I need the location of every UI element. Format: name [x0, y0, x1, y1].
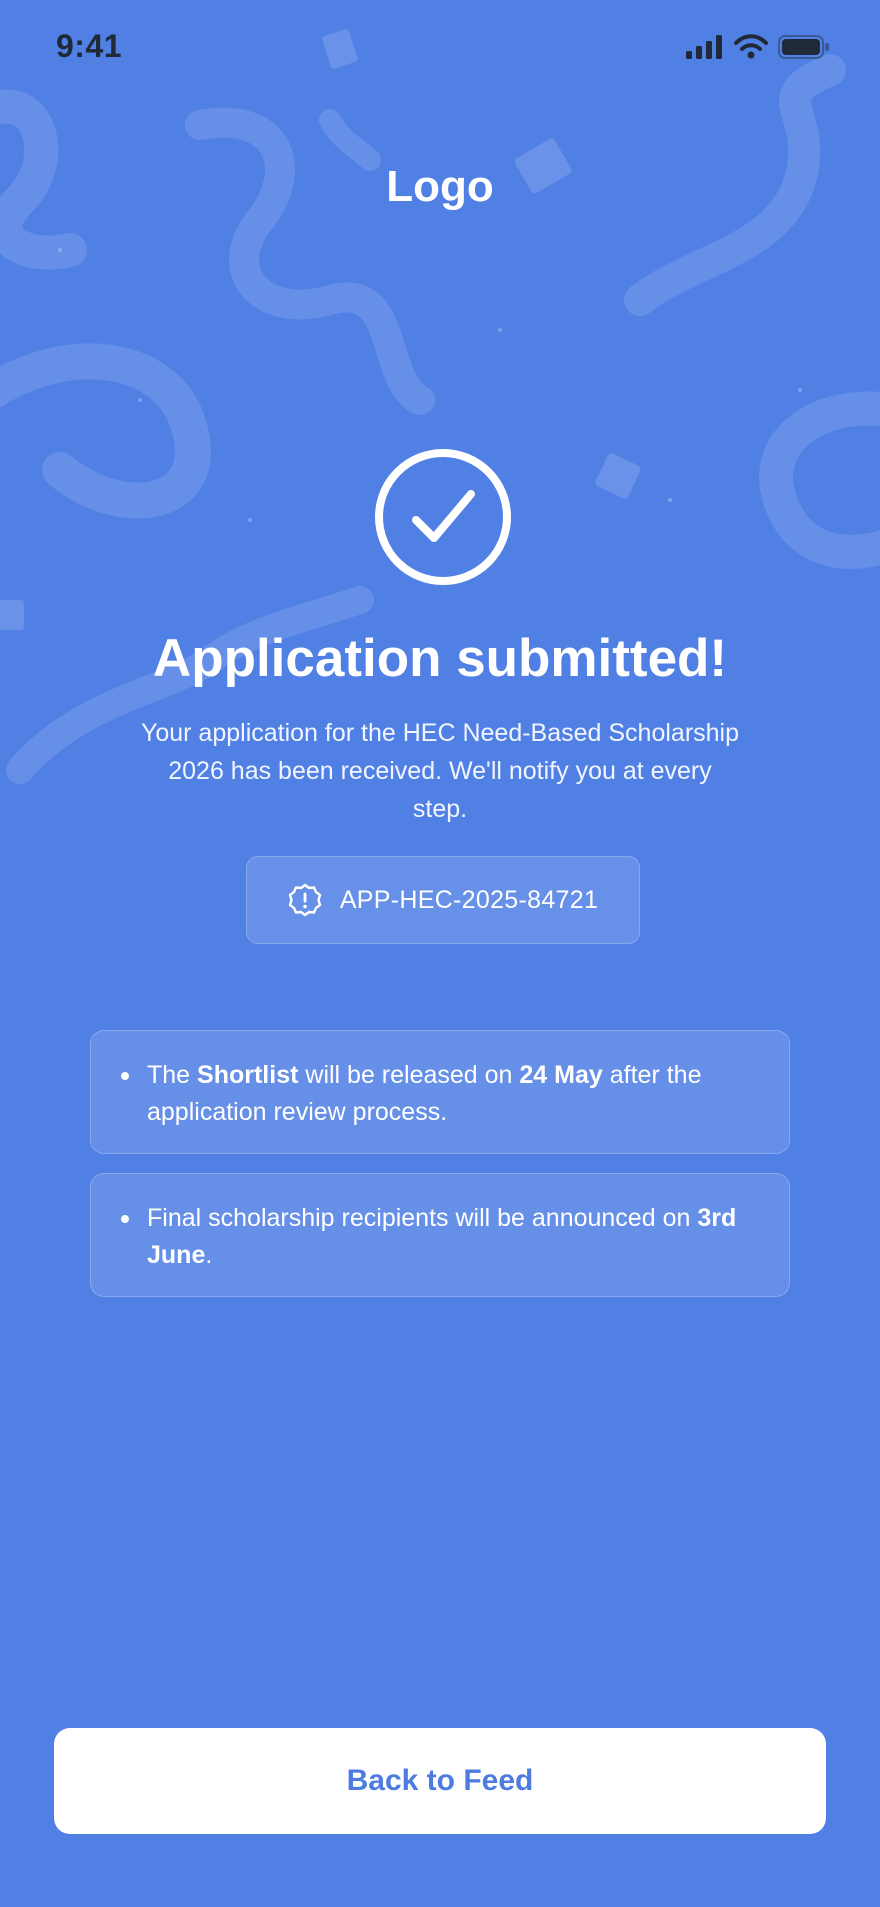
battery-icon: [778, 35, 829, 59]
info-text-segment: will be released on: [298, 1061, 520, 1089]
confirmation-screen: 9:41 Logo Application submitted! Your ap…: [0, 0, 880, 1907]
application-id-text: APP-HEC-2025-84721: [339, 885, 599, 914]
info-text-segment: .: [205, 1241, 213, 1269]
info-card: Final scholarship recipients will be ann…: [90, 1173, 790, 1297]
bullet-dot: [121, 1215, 129, 1223]
confirmation-title: Application submitted!: [152, 629, 728, 688]
back-to-feed-button[interactable]: Back to Feed: [54, 1728, 826, 1834]
status-icons: [686, 34, 830, 60]
check-circle-icon: [375, 449, 511, 585]
app-logo: Logo: [386, 162, 494, 211]
info-text-segment: The: [147, 1061, 198, 1089]
status-time: 9:41: [56, 28, 123, 64]
info-text: Final scholarship recipients will be ann…: [147, 1200, 749, 1274]
signal-icon: [686, 35, 722, 59]
wifi-icon: [734, 34, 768, 59]
info-text-segment: Final scholarship recipients will be ann…: [147, 1204, 698, 1232]
confirmation-message: Your application for the HEC Need-Based …: [140, 719, 740, 823]
info-card: The Shortlist will be released on 24 May…: [90, 1030, 790, 1154]
info-highlight: Shortlist: [197, 1061, 299, 1089]
status-bar: 9:41: [0, 0, 880, 100]
application-id-badge: APP-HEC-2025-84721: [246, 856, 640, 944]
info-badge-icon: [288, 883, 322, 917]
bullet-dot: [121, 1072, 129, 1080]
info-highlight: 24 May: [519, 1061, 603, 1089]
info-text: The Shortlist will be released on 24 May…: [147, 1057, 749, 1131]
